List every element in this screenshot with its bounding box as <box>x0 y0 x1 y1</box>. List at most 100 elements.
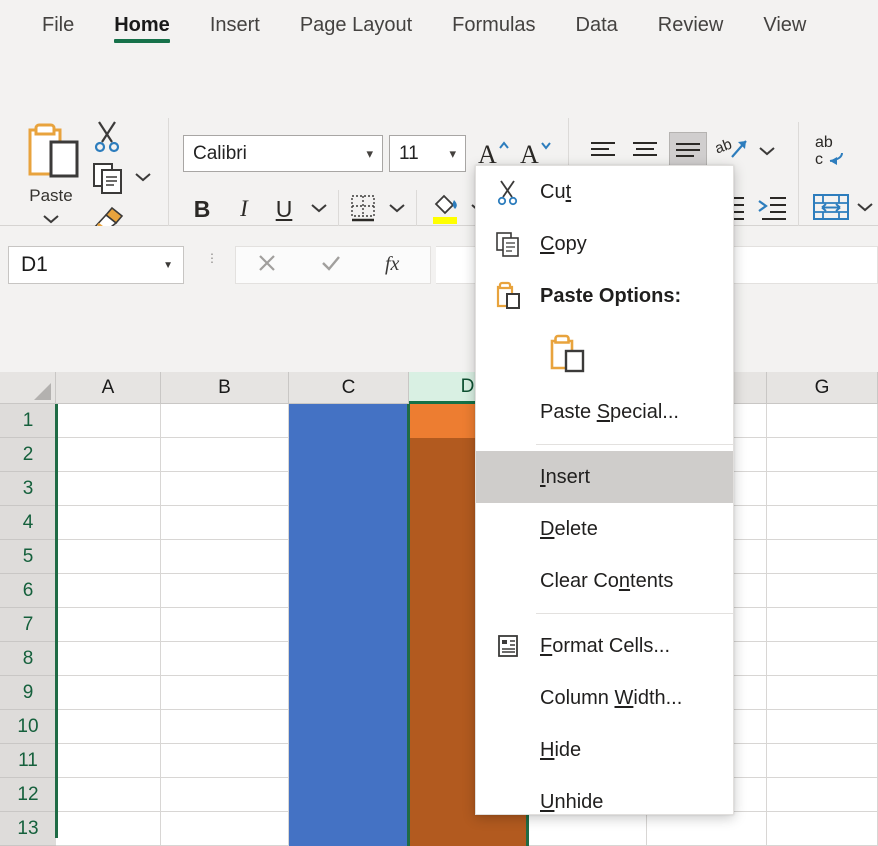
borders-dropdown-chevron-icon[interactable] <box>386 201 408 220</box>
column-header-G[interactable]: G <box>767 372 878 404</box>
cell-B12[interactable] <box>161 778 289 812</box>
cell-B4[interactable] <box>161 506 289 540</box>
cell-G1[interactable] <box>767 404 878 438</box>
cell-G6[interactable] <box>767 574 878 608</box>
cell-B13[interactable] <box>161 812 289 846</box>
name-box[interactable]: D1 ▼ <box>8 246 184 284</box>
cell-G13[interactable] <box>767 812 878 846</box>
cell-A10[interactable] <box>56 710 161 744</box>
menu-item-paste-special[interactable]: Paste Special... <box>476 386 733 438</box>
bold-button[interactable]: B <box>188 192 216 226</box>
cell-G12[interactable] <box>767 778 878 812</box>
italic-button[interactable]: I <box>230 192 258 226</box>
cell-B1[interactable] <box>161 404 289 438</box>
cell-G5[interactable] <box>767 540 878 574</box>
underline-button[interactable]: U <box>270 192 298 226</box>
cell-A6[interactable] <box>56 574 161 608</box>
menu-item-copy[interactable]: Copy <box>476 218 733 270</box>
row-header-1[interactable]: 1 <box>0 404 56 438</box>
orientation-dropdown-chevron-icon[interactable] <box>756 144 778 163</box>
cell-B7[interactable] <box>161 608 289 642</box>
cell-A13[interactable] <box>56 812 161 846</box>
cell-G10[interactable] <box>767 710 878 744</box>
ribbon-tab-view[interactable]: View <box>743 0 826 43</box>
menu-item-cut[interactable]: Cut <box>476 166 733 218</box>
merge-dropdown-chevron-icon[interactable] <box>854 200 876 219</box>
cell-A7[interactable] <box>56 608 161 642</box>
cell-A4[interactable] <box>56 506 161 540</box>
cell-B11[interactable] <box>161 744 289 778</box>
cell-B9[interactable] <box>161 676 289 710</box>
menu-item-delete[interactable]: Delete <box>476 503 733 555</box>
cell-G4[interactable] <box>767 506 878 540</box>
insert-function-fx-icon[interactable]: fx <box>384 251 410 280</box>
cell-A2[interactable] <box>56 438 161 472</box>
fill-color-button[interactable] <box>428 190 462 228</box>
ribbon-tab-review[interactable]: Review <box>638 0 744 43</box>
cell-A9[interactable] <box>56 676 161 710</box>
row-header-6[interactable]: 6 <box>0 574 56 608</box>
cell-A3[interactable] <box>56 472 161 506</box>
cell-A12[interactable] <box>56 778 161 812</box>
align-top-button[interactable] <box>586 134 620 168</box>
cell-A11[interactable] <box>56 744 161 778</box>
ribbon-tab-file[interactable]: File <box>22 0 94 43</box>
row-header-8[interactable]: 8 <box>0 642 56 676</box>
underline-dropdown-chevron-icon[interactable] <box>308 201 330 220</box>
cell-B10[interactable] <box>161 710 289 744</box>
column-header-A[interactable]: A <box>56 372 161 404</box>
cell-B3[interactable] <box>161 472 289 506</box>
column-header-B[interactable]: B <box>161 372 289 404</box>
cell-B2[interactable] <box>161 438 289 472</box>
cell-G9[interactable] <box>767 676 878 710</box>
cell-G7[interactable] <box>767 608 878 642</box>
cell-G3[interactable] <box>767 472 878 506</box>
merge-and-center-button[interactable] <box>810 188 852 228</box>
menu-item-clear-contents[interactable]: Clear Contents <box>476 555 733 607</box>
menu-item-column-width[interactable]: Column Width... <box>476 672 733 724</box>
font-size-combobox[interactable]: 11 ▾ <box>389 135 466 172</box>
cell-G2[interactable] <box>767 438 878 472</box>
cell-B6[interactable] <box>161 574 289 608</box>
cell-A5[interactable] <box>56 540 161 574</box>
align-middle-button[interactable] <box>628 134 662 168</box>
row-header-3[interactable]: 3 <box>0 472 56 506</box>
row-header-7[interactable]: 7 <box>0 608 56 642</box>
increase-indent-button[interactable] <box>754 190 790 226</box>
row-header-11[interactable]: 11 <box>0 744 56 778</box>
cancel-x-icon[interactable] <box>256 252 278 279</box>
row-header-12[interactable]: 12 <box>0 778 56 812</box>
row-header-13[interactable]: 13 <box>0 812 56 846</box>
cell-G8[interactable] <box>767 642 878 676</box>
menu-item-unhide[interactable]: Unhide <box>476 776 733 828</box>
formula-bar-grip[interactable]: ⋮ <box>206 254 216 262</box>
cut-button[interactable] <box>90 118 124 159</box>
copy-button[interactable] <box>90 160 126 201</box>
row-header-2[interactable]: 2 <box>0 438 56 472</box>
wrap-text-button[interactable]: ab c <box>812 130 852 172</box>
row-header-4[interactable]: 4 <box>0 506 56 540</box>
cell-A1[interactable] <box>56 404 161 438</box>
enter-check-icon[interactable] <box>319 252 343 279</box>
ribbon-tab-home[interactable]: Home <box>94 0 190 43</box>
cell-A8[interactable] <box>56 642 161 676</box>
cell-G11[interactable] <box>767 744 878 778</box>
menu-item-format-cells[interactable]: Format Cells... <box>476 620 733 672</box>
row-header-9[interactable]: 9 <box>0 676 56 710</box>
paste-keep-source-button[interactable] <box>540 327 594 381</box>
copy-dropdown-chevron-icon[interactable] <box>132 170 154 189</box>
row-header-5[interactable]: 5 <box>0 540 56 574</box>
borders-button[interactable] <box>348 192 378 226</box>
name-box-chevron-down-icon[interactable]: ▼ <box>163 260 183 271</box>
menu-item-hide[interactable]: Hide <box>476 724 733 776</box>
ribbon-tab-data[interactable]: Data <box>556 0 638 43</box>
font-name-combobox[interactable]: Calibri ▾ <box>183 135 383 172</box>
ribbon-tab-page-layout[interactable]: Page Layout <box>280 0 432 43</box>
cell-B8[interactable] <box>161 642 289 676</box>
row-header-10[interactable]: 10 <box>0 710 56 744</box>
column-header-C[interactable]: C <box>289 372 409 404</box>
ribbon-tab-insert[interactable]: Insert <box>190 0 280 43</box>
ribbon-tab-formulas[interactable]: Formulas <box>432 0 555 43</box>
select-all-corner-button[interactable] <box>0 372 56 404</box>
cell-B5[interactable] <box>161 540 289 574</box>
